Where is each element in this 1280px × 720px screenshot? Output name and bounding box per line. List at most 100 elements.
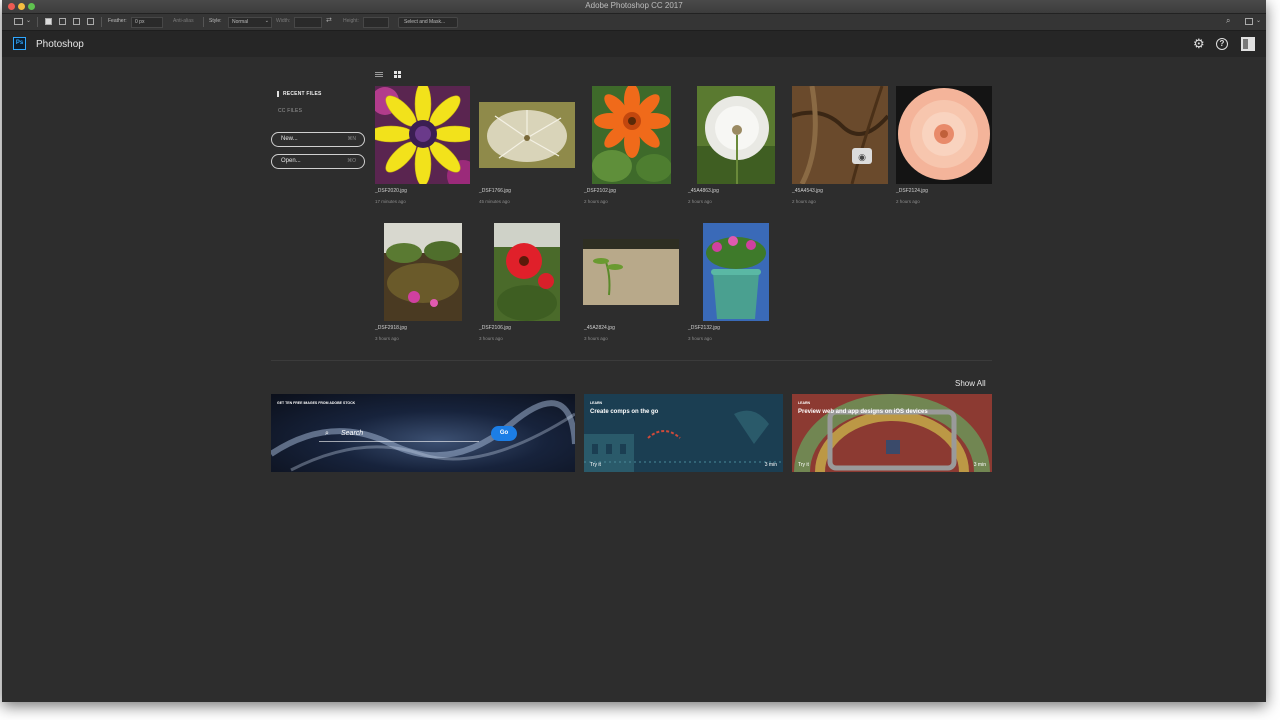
chevron-down-icon: ⌄ <box>264 18 269 24</box>
marquee-tool-icon[interactable] <box>14 18 23 25</box>
tree-bark-image: ◉ <box>792 86 888 184</box>
file-thumbnail[interactable] <box>479 102 575 168</box>
feather-value: 0 px <box>135 19 145 25</box>
file-thumbnail[interactable] <box>494 223 560 321</box>
file-thumbnail[interactable] <box>703 223 769 321</box>
file-name[interactable]: _45A2824.jpg <box>584 325 615 331</box>
intersect-selection-icon[interactable] <box>87 18 94 25</box>
file-thumbnail[interactable]: ◉ <box>792 86 888 184</box>
learn-tag: LEARN <box>798 401 811 405</box>
file-name[interactable]: _DSF2132.jpg <box>688 325 720 331</box>
file-time: 45 minutes ago <box>479 199 510 204</box>
add-to-selection-icon[interactable] <box>59 18 66 25</box>
file-time: 3 hours ago <box>375 336 399 341</box>
recent-files-tab[interactable]: RECENT FILES <box>277 91 322 97</box>
width-input[interactable] <box>294 17 322 28</box>
file-thumbnail[interactable] <box>697 86 775 184</box>
grid-view-icon[interactable] <box>394 71 402 79</box>
file-thumbnail[interactable] <box>384 223 462 321</box>
file-thumbnail[interactable] <box>592 86 671 184</box>
new-shortcut: ⌘N <box>347 136 356 142</box>
open-button-label: Open... <box>281 158 301 164</box>
svg-text:◉: ◉ <box>858 153 866 163</box>
photoshop-logo: Ps <box>13 37 26 50</box>
app-header: Ps Photoshop ⚙ ? <box>2 31 1266 57</box>
red-gerbera-image <box>494 223 560 321</box>
file-time: 2 hours ago <box>688 199 712 204</box>
style-select[interactable]: Normal ⌄ <box>228 17 272 28</box>
file-time: 2 hours ago <box>896 199 920 204</box>
dandelion-seeds-image <box>479 102 575 168</box>
app-name: Photoshop <box>36 39 84 50</box>
feather-label: Feather: <box>108 18 127 24</box>
learn-card-preview[interactable]: LEARN Preview web and app designs on iOS… <box>792 394 992 472</box>
open-button[interactable]: Open... ⌘O <box>271 154 365 169</box>
title-bar: Adobe Photoshop CC 2017 <box>2 0 1266 14</box>
window-title: Adobe Photoshop CC 2017 <box>585 1 683 10</box>
sprout-image <box>583 239 679 305</box>
learn-card-comps[interactable]: LEARN Create comps on the go Try it 3 mi… <box>584 394 783 472</box>
file-name[interactable]: _DSF2106.jpg <box>479 325 511 331</box>
select-and-mask-button[interactable]: Select and Mask... <box>398 17 458 28</box>
duration-label: 3 min <box>973 462 986 468</box>
swap-width-height-icon[interactable]: ⇄ <box>326 16 332 24</box>
potted-flowers-image <box>703 223 769 321</box>
file-time: 3 hours ago <box>584 336 608 341</box>
show-all-link[interactable]: Show All <box>955 379 986 388</box>
feather-input[interactable]: 0 px <box>131 17 163 28</box>
file-name[interactable]: _DSF2918.jpg <box>375 325 407 331</box>
go-button[interactable]: Go <box>491 426 517 441</box>
workspace-chevron-icon[interactable]: ⌄ <box>1256 17 1261 24</box>
photoshop-window: Adobe Photoshop CC 2017 ⌄ Feather: 0 px … <box>2 0 1266 702</box>
height-label: Height: <box>343 18 359 24</box>
learn-tag: LEARN <box>590 401 603 405</box>
comps-illustration <box>584 410 783 472</box>
search-icon[interactable]: ⌕ <box>1226 16 1230 26</box>
file-name[interactable]: _45A4543.jpg <box>792 188 823 194</box>
dandelion-clock-image <box>697 86 775 184</box>
tool-preset-chevron-icon[interactable]: ⌄ <box>26 17 31 24</box>
new-selection-icon[interactable] <box>45 18 52 25</box>
duration-label: 3 min <box>764 462 777 468</box>
panels-icon[interactable] <box>1241 37 1255 51</box>
stock-search-input[interactable]: ⌕ Search <box>319 427 479 442</box>
section-divider <box>271 360 992 361</box>
file-thumbnail[interactable] <box>583 239 679 305</box>
help-icon[interactable]: ? <box>1216 38 1228 50</box>
gear-icon[interactable]: ⚙ <box>1193 37 1205 51</box>
adobe-stock-card[interactable]: GET TEN FREE IMAGES FROM ADOBE STOCK ⌕ S… <box>271 394 575 472</box>
anti-alias-checkbox[interactable]: Anti-alias <box>173 18 194 24</box>
subtract-from-selection-icon[interactable] <box>73 18 80 25</box>
open-shortcut: ⌘O <box>347 158 356 164</box>
style-label: Style: <box>209 18 222 24</box>
file-thumbnail[interactable] <box>375 86 470 184</box>
hanging-flowers-image <box>384 223 462 321</box>
file-thumbnail[interactable] <box>896 86 992 184</box>
stock-search-placeholder: Search <box>341 430 364 437</box>
width-label: Width: <box>276 18 291 24</box>
file-time: 2 hours ago <box>584 199 608 204</box>
try-it-link[interactable]: Try it <box>590 462 601 468</box>
separator <box>37 17 38 27</box>
height-input[interactable] <box>363 17 389 28</box>
learn-card-title: Create comps on the go <box>590 409 659 415</box>
file-name[interactable]: _DSF2020.jpg <box>375 188 407 194</box>
style-value: Normal <box>232 19 249 25</box>
new-button[interactable]: New... ⌘N <box>271 132 365 147</box>
list-view-icon[interactable] <box>375 71 383 79</box>
new-button-label: New... <box>281 136 298 142</box>
peach-dahlia-image <box>896 86 992 184</box>
stock-card-title: GET TEN FREE IMAGES FROM ADOBE STOCK <box>277 401 356 405</box>
file-time: 3 hours ago <box>479 336 503 341</box>
workspace-icon[interactable] <box>1245 18 1253 25</box>
learn-card-title: Preview web and app designs on iOS devic… <box>798 409 928 415</box>
file-name[interactable]: _45A4863.jpg <box>688 188 719 194</box>
try-it-link[interactable]: Try it <box>798 462 809 468</box>
file-name[interactable]: _DSF2102.jpg <box>584 188 616 194</box>
file-name[interactable]: _DSF1766.jpg <box>479 188 511 194</box>
orange-gerbera-image <box>592 86 671 184</box>
file-name[interactable]: _DSF2124.jpg <box>896 188 928 194</box>
cc-files-tab[interactable]: CC FILES <box>278 108 302 114</box>
preview-illustration <box>794 394 990 472</box>
file-time: 2 hours ago <box>792 199 816 204</box>
